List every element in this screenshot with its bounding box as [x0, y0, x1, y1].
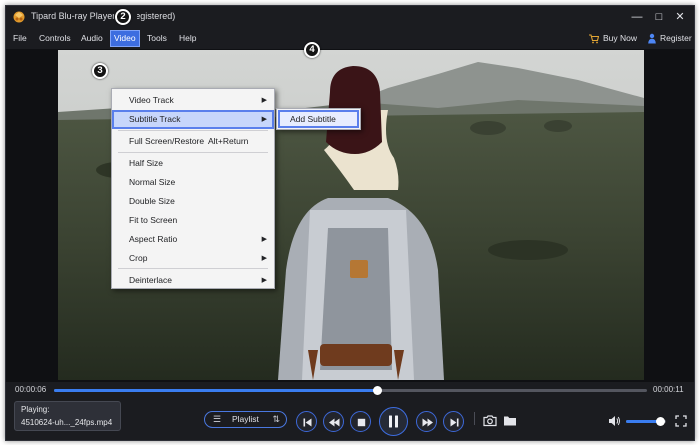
menu-controls[interactable]: Controls — [36, 31, 74, 46]
sort-icon[interactable]: ⇅ — [272, 412, 280, 427]
menu-item-deinterlace[interactable]: Deinterlace ▶ — [113, 272, 273, 289]
menu-item-normal-size[interactable]: Normal Size — [113, 174, 273, 191]
file-name: 4510624-uh..._24fps.mp4 — [21, 418, 113, 427]
seek-bar-thumb[interactable] — [373, 386, 383, 395]
menu-separator — [118, 130, 268, 131]
submenu-arrow-icon: ▶ — [261, 255, 267, 262]
close-button[interactable]: ✕ — [671, 9, 689, 25]
minimize-button[interactable]: — — [628, 9, 646, 25]
submenu-arrow-icon: ▶ — [261, 97, 267, 104]
menu-item-subtitle-track[interactable]: Subtitle Track ▶ — [112, 110, 274, 129]
rewind-button[interactable] — [323, 411, 344, 432]
menu-file[interactable]: File — [10, 31, 30, 46]
step-badge-4: 4 — [304, 42, 320, 58]
submenu-arrow-icon: ▶ — [261, 116, 267, 123]
person-key-icon — [648, 33, 656, 44]
skip-back-button[interactable] — [296, 411, 317, 432]
video-menu-dropdown: Video Track ▶ Subtitle Track ▶ Full Scre… — [111, 88, 275, 289]
menu-video[interactable]: Video — [110, 30, 140, 47]
menu-item-full-screen[interactable]: Full Screen/Restore Alt+Return — [113, 133, 273, 150]
seek-bar[interactable] — [54, 386, 647, 395]
menu-separator — [118, 268, 268, 269]
window-title: Tipard Blu-ray Player (Unregistered) — [31, 11, 176, 21]
step-badge-2: 2 — [115, 9, 131, 25]
video-area[interactable]: Video Track ▶ Subtitle Track ▶ Full Scre… — [6, 49, 694, 382]
title-bar: Tipard Blu-ray Player (Unregistered) — □… — [6, 6, 694, 28]
fast-forward-icon — [422, 418, 433, 427]
submenu-arrow-icon: ▶ — [261, 277, 267, 284]
menu-item-crop[interactable]: Crop ▶ — [113, 250, 273, 267]
seek-bar-fill — [54, 389, 378, 392]
pause-icon — [389, 415, 398, 428]
stop-icon — [357, 418, 366, 427]
volume-slider[interactable] — [626, 417, 666, 426]
folder-icon[interactable] — [503, 414, 517, 427]
skip-forward-icon — [450, 418, 459, 427]
list-icon: ☰ — [213, 414, 222, 424]
menu-tools[interactable]: Tools — [144, 31, 170, 46]
menu-audio[interactable]: Audio — [78, 31, 106, 46]
volume-slider-thumb[interactable] — [655, 417, 665, 426]
player-window: Tipard Blu-ray Player (Unregistered) — □… — [5, 5, 695, 441]
skip-forward-button[interactable] — [443, 411, 464, 432]
buy-now-link[interactable]: Buy Now — [603, 31, 637, 46]
pause-button[interactable] — [379, 407, 408, 436]
menu-item-half-size[interactable]: Half Size — [113, 155, 273, 172]
total-time: 00:00:11 — [653, 385, 684, 394]
cart-icon — [589, 34, 599, 44]
step-badge-3: 3 — [92, 63, 108, 79]
register-link[interactable]: Register — [660, 31, 692, 46]
menu-item-video-track[interactable]: Video Track ▶ — [113, 92, 273, 109]
fast-forward-button[interactable] — [416, 411, 437, 432]
skip-back-icon — [303, 418, 312, 427]
menu-separator — [118, 152, 268, 153]
current-time: 00:00:06 — [15, 385, 47, 394]
volume-icon[interactable] — [608, 415, 621, 427]
playback-controls: 00:00:06 00:00:11 Playing: 4510624-uh...… — [6, 382, 694, 440]
volume-slider-fill — [626, 420, 660, 423]
now-playing-box: Playing: 4510624-uh..._24fps.mp4 — [14, 401, 121, 431]
menu-item-double-size[interactable]: Double Size — [113, 193, 273, 210]
subtitle-submenu: Add Subtitle — [276, 108, 361, 130]
playing-label: Playing: — [21, 405, 50, 414]
control-separator — [474, 412, 475, 425]
submenu-arrow-icon: ▶ — [261, 236, 267, 243]
rewind-icon — [329, 418, 340, 427]
fullscreen-icon[interactable] — [675, 415, 687, 427]
snapshot-icon[interactable] — [483, 414, 497, 427]
stop-button[interactable] — [350, 411, 371, 432]
playlist-button[interactable]: ☰ Playlist ⇅ — [204, 411, 287, 428]
menu-item-add-subtitle[interactable]: Add Subtitle — [278, 110, 359, 128]
menu-item-fit-to-screen[interactable]: Fit to Screen — [113, 212, 273, 229]
menu-help[interactable]: Help — [176, 31, 199, 46]
app-logo-icon — [13, 11, 25, 23]
menu-item-aspect-ratio[interactable]: Aspect Ratio ▶ — [113, 231, 273, 248]
maximize-button[interactable]: □ — [650, 9, 668, 25]
